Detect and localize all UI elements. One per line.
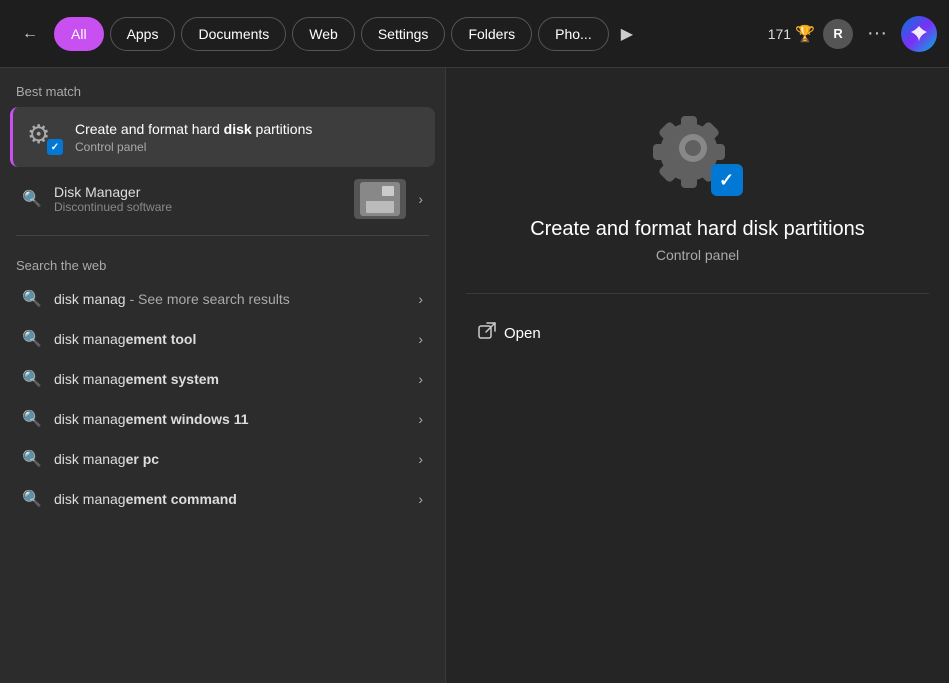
search-icon: 🔍 [22,189,42,209]
disk-manager-title: Disk Manager [54,184,342,200]
open-label: Open [504,325,541,342]
web-search-label: Search the web [0,244,445,279]
trophy-icon: 🏆 [795,24,815,44]
play-button[interactable]: ▶ [615,20,639,48]
pill-folders[interactable]: Folders [451,17,532,51]
web-item-1[interactable]: 🔍 disk management tool › [6,319,439,359]
web-item-0[interactable]: 🔍 disk manag - See more search results › [6,279,439,319]
web-item-title: disk management tool [54,331,406,347]
back-button[interactable]: ← [12,16,48,52]
chevron-right-icon: › [418,371,423,387]
web-item-5[interactable]: 🔍 disk management command › [6,479,439,519]
topbar: ← All Apps Documents Web Settings Folder… [0,0,949,68]
left-panel: Best match ⚙ ✓ Create and format hard di… [0,68,445,683]
web-item-3[interactable]: 🔍 disk management windows 11 › [6,399,439,439]
search-icon: 🔍 [22,369,42,389]
pill-web[interactable]: Web [292,17,355,51]
external-link-icon [478,322,496,345]
topbar-right: 171 🏆 R ··· [768,16,937,52]
best-match-label: Best match [0,84,445,107]
web-item-text: disk management windows 11 [54,411,406,427]
disk-thumbnail [354,179,406,219]
right-panel-icon: ✓ [653,108,743,198]
search-icon: 🔍 [22,409,42,429]
pill-all[interactable]: All [54,17,104,51]
web-item-title: disk management system [54,371,406,387]
chevron-right-icon: › [418,191,423,207]
chevron-right-icon: › [418,331,423,347]
pill-pho[interactable]: Pho... [538,17,609,51]
right-panel: ✓ Create and format hard disk partitions… [445,68,949,683]
web-item-text: disk management tool [54,331,406,347]
web-item-text: disk manag - See more search results [54,291,406,307]
best-match-text: Create and format hard disk partitions C… [75,120,421,154]
web-item-title: disk management command [54,491,406,507]
copilot-icon[interactable] [901,16,937,52]
best-match-item[interactable]: ⚙ ✓ Create and format hard disk partitio… [10,107,435,167]
best-match-title: Create and format hard disk partitions [75,120,421,138]
search-icon: 🔍 [22,329,42,349]
main-area: Best match ⚙ ✓ Create and format hard di… [0,68,949,683]
disk-manager-text: Disk Manager Discontinued software [54,184,342,214]
chevron-right-icon: › [418,291,423,307]
separator-horizontal [466,293,929,294]
best-match-icon: ⚙ ✓ [27,119,63,155]
separator [16,235,429,236]
web-item-4[interactable]: 🔍 disk manager pc › [6,439,439,479]
web-item-title: disk manager pc [54,451,406,467]
pill-settings[interactable]: Settings [361,17,446,51]
user-avatar[interactable]: R [823,19,853,49]
chevron-right-icon: › [418,491,423,507]
search-icon: 🔍 [22,289,42,309]
search-icon: 🔍 [22,489,42,509]
check-overlay-icon: ✓ [711,164,743,196]
pill-apps[interactable]: Apps [110,17,176,51]
chevron-right-icon: › [418,451,423,467]
web-item-title: disk manag - See more search results [54,291,406,307]
disk-manager-subtitle: Discontinued software [54,200,342,214]
open-button[interactable]: Open [466,314,553,353]
check-icon: ✓ [47,139,63,155]
web-item-text: disk management system [54,371,406,387]
web-item-text: disk management command [54,491,406,507]
search-icon: 🔍 [22,449,42,469]
more-options-button[interactable]: ··· [861,18,893,49]
web-item-title: disk management windows 11 [54,411,406,427]
best-match-subtitle: Control panel [75,140,421,154]
disk-manager-item[interactable]: 🔍 Disk Manager Discontinued software › [6,171,439,227]
chevron-right-icon: › [418,411,423,427]
web-item-text: disk manager pc [54,451,406,467]
pill-documents[interactable]: Documents [181,17,286,51]
score-badge: 171 🏆 [768,24,815,44]
right-panel-title: Create and format hard disk partitions [530,218,865,241]
score-value: 171 [768,26,791,42]
web-item-2[interactable]: 🔍 disk management system › [6,359,439,399]
right-panel-subtitle: Control panel [656,247,739,263]
